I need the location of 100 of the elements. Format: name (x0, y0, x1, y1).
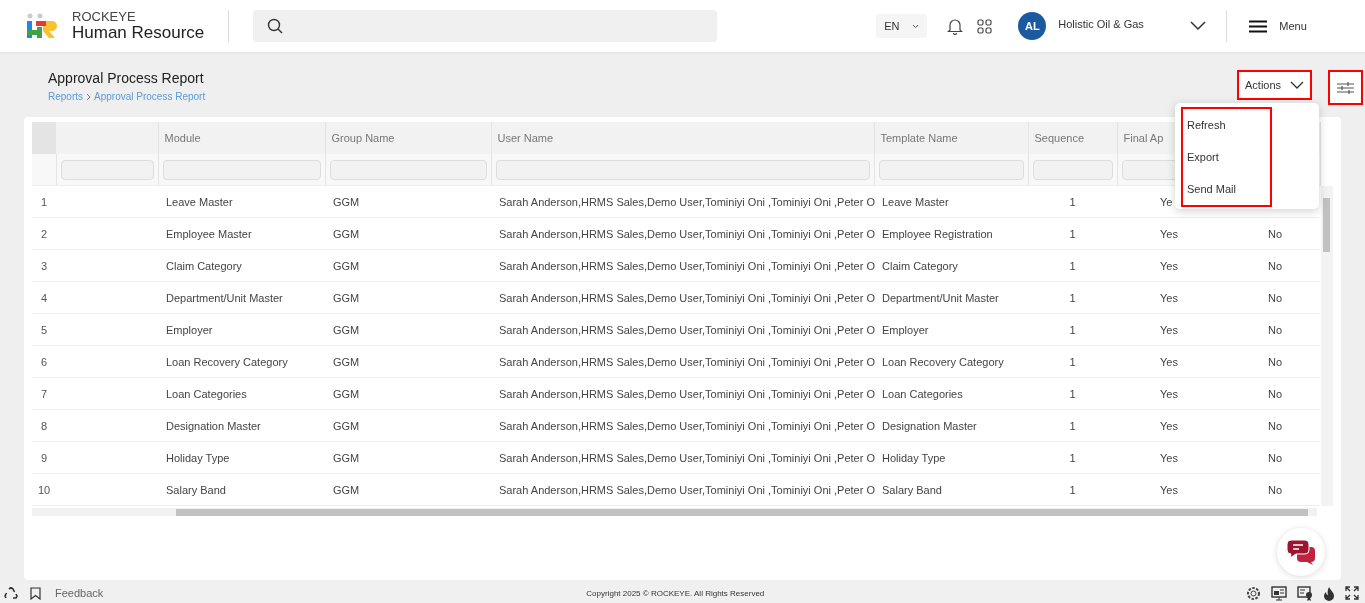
table-cell: Employer (158, 313, 325, 346)
settings-icon[interactable] (1246, 585, 1261, 601)
logo-icon (26, 13, 58, 39)
table-cell: No (1230, 345, 1320, 378)
bell-icon[interactable] (947, 17, 964, 35)
filter-field[interactable] (495, 159, 870, 180)
row-number: 3 (32, 249, 56, 282)
row-number: 5 (32, 313, 56, 346)
company-avatar[interactable]: AL (1018, 12, 1047, 40)
table-cell: Loan Recovery Category (874, 345, 1028, 378)
table-cell: Leave Master (158, 185, 325, 218)
chevron-down-icon (1290, 81, 1304, 89)
table-cell: No (1230, 313, 1320, 346)
column-header[interactable]: Group Name (325, 122, 491, 154)
table-cell: Claim Category (874, 249, 1028, 282)
table-cell: Salary Band (874, 473, 1028, 506)
table-cell: No (1230, 409, 1320, 442)
menu-icon (1249, 19, 1268, 33)
table-cell: Employee Registration (874, 217, 1028, 250)
filter-field[interactable] (162, 159, 321, 180)
table-cell: Employee Master (158, 217, 325, 250)
table-cell: 1 (1028, 377, 1117, 410)
sliders-icon (1337, 80, 1354, 95)
table-cell: 1 (1028, 217, 1117, 250)
recycle-icon[interactable] (4, 586, 18, 600)
row-number: 9 (32, 441, 56, 474)
fullscreen-icon[interactable] (1345, 586, 1359, 600)
table-cell: Holiday Type (158, 441, 325, 474)
table-cell: Yes (1117, 377, 1230, 410)
table-cell: 1 (1028, 313, 1117, 346)
table-cell: 1 (1028, 345, 1117, 378)
table-cell: Sarah Anderson,HRMS Sales,Demo User,Tominiyi Oni ,Tominiyi Oni ,Peter O (491, 441, 874, 474)
table-cell: Sarah Anderson,HRMS Sales,Demo User,Tominiyi Oni ,Tominiyi Oni ,Peter O (491, 377, 874, 410)
table-cell: GGM (325, 473, 491, 506)
row-number: 10 (32, 473, 56, 506)
table-cell: Yes (1117, 345, 1230, 378)
apps-grid-icon[interactable] (977, 18, 993, 34)
page-title: Approval Process Report (48, 70, 205, 86)
brand-name: ROCKEYE (72, 9, 137, 24)
column-header[interactable]: Sequence (1028, 122, 1117, 154)
actions-dropdown[interactable]: Actions (1237, 70, 1312, 100)
table-cell: Sarah Anderson,HRMS Sales,Demo User,Tominiyi Oni ,Tominiyi Oni ,Peter O (491, 409, 874, 442)
table-cell: Salary Band (158, 473, 325, 506)
search-icon (267, 18, 284, 34)
table-cell: Sarah Anderson,HRMS Sales,Demo User,Tominiyi Oni ,Tominiyi Oni ,Peter O (491, 281, 874, 314)
table-cell: Yes (1117, 473, 1230, 506)
table-cell: Designation Master (874, 409, 1028, 442)
filter-field[interactable] (878, 159, 1024, 180)
table-cell: Yes (1117, 313, 1230, 346)
table-cell: Yes (1117, 409, 1230, 442)
table-cell: No (1230, 281, 1320, 314)
table-cell: 1 (1028, 281, 1117, 314)
table-cell: Holiday Type (874, 441, 1028, 474)
table-cell: Employer (874, 313, 1028, 346)
filter-field[interactable] (1032, 159, 1113, 180)
table-cell: Sarah Anderson,HRMS Sales,Demo User,Tominiyi Oni ,Tominiyi Oni ,Peter O (491, 249, 874, 282)
table-cell: No (1230, 377, 1320, 410)
filter-field[interactable] (329, 159, 487, 180)
filter-field[interactable] (60, 159, 154, 180)
row-number: 8 (32, 409, 56, 442)
search-field[interactable] (253, 10, 718, 42)
vertical-scrollbar[interactable] (1320, 186, 1333, 506)
horizontal-scrollbar[interactable] (32, 508, 1317, 516)
table-cell: GGM (325, 313, 491, 346)
chevron-right-icon (86, 92, 91, 101)
table-cell: Sarah Anderson,HRMS Sales,Demo User,Tominiyi Oni ,Tominiyi Oni ,Peter O (491, 217, 874, 250)
feedback-link[interactable]: Feedback (55, 587, 104, 599)
filter-button[interactable] (1328, 70, 1363, 105)
table-cell: GGM (325, 377, 491, 410)
table-cell: GGM (325, 441, 491, 474)
table-cell: 1 (1028, 409, 1117, 442)
table-cell: GGM (325, 249, 491, 282)
table-cell: Department/Unit Master (158, 281, 325, 314)
bookmark-icon[interactable] (30, 586, 41, 600)
chevron-down-icon (911, 23, 919, 29)
certificate-icon[interactable] (1297, 585, 1313, 601)
chat-icon (1287, 539, 1315, 565)
row-number: 6 (32, 345, 56, 378)
language-select[interactable]: EN (876, 14, 928, 38)
column-header[interactable]: User Name (491, 122, 874, 154)
chevron-down-icon[interactable] (1190, 21, 1207, 31)
table-cell: No (1230, 249, 1320, 282)
table-cell: GGM (325, 185, 491, 218)
table-cell: GGM (325, 345, 491, 378)
column-header[interactable]: Template Name (874, 122, 1028, 154)
table-cell: Loan Categories (874, 377, 1028, 410)
flame-icon[interactable] (1323, 585, 1335, 601)
table-cell: Loan Categories (158, 377, 325, 410)
column-header[interactable]: Module (158, 122, 325, 154)
table-cell: Sarah Anderson,HRMS Sales,Demo User,Tominiyi Oni ,Tominiyi Oni ,Peter O (491, 473, 874, 506)
table-cell: Sarah Anderson,HRMS Sales,Demo User,Tominiyi Oni ,Tominiyi Oni ,Peter O (491, 185, 874, 218)
monitor-icon[interactable] (1271, 585, 1287, 601)
menu-button[interactable]: Menu (1249, 19, 1307, 33)
table-cell: Designation Master (158, 409, 325, 442)
table-cell: GGM (325, 409, 491, 442)
table-cell: Yes (1117, 281, 1230, 314)
chat-button[interactable] (1277, 528, 1325, 576)
row-number: 7 (32, 377, 56, 410)
table-cell: GGM (325, 281, 491, 314)
table-cell: Leave Master (874, 185, 1028, 218)
